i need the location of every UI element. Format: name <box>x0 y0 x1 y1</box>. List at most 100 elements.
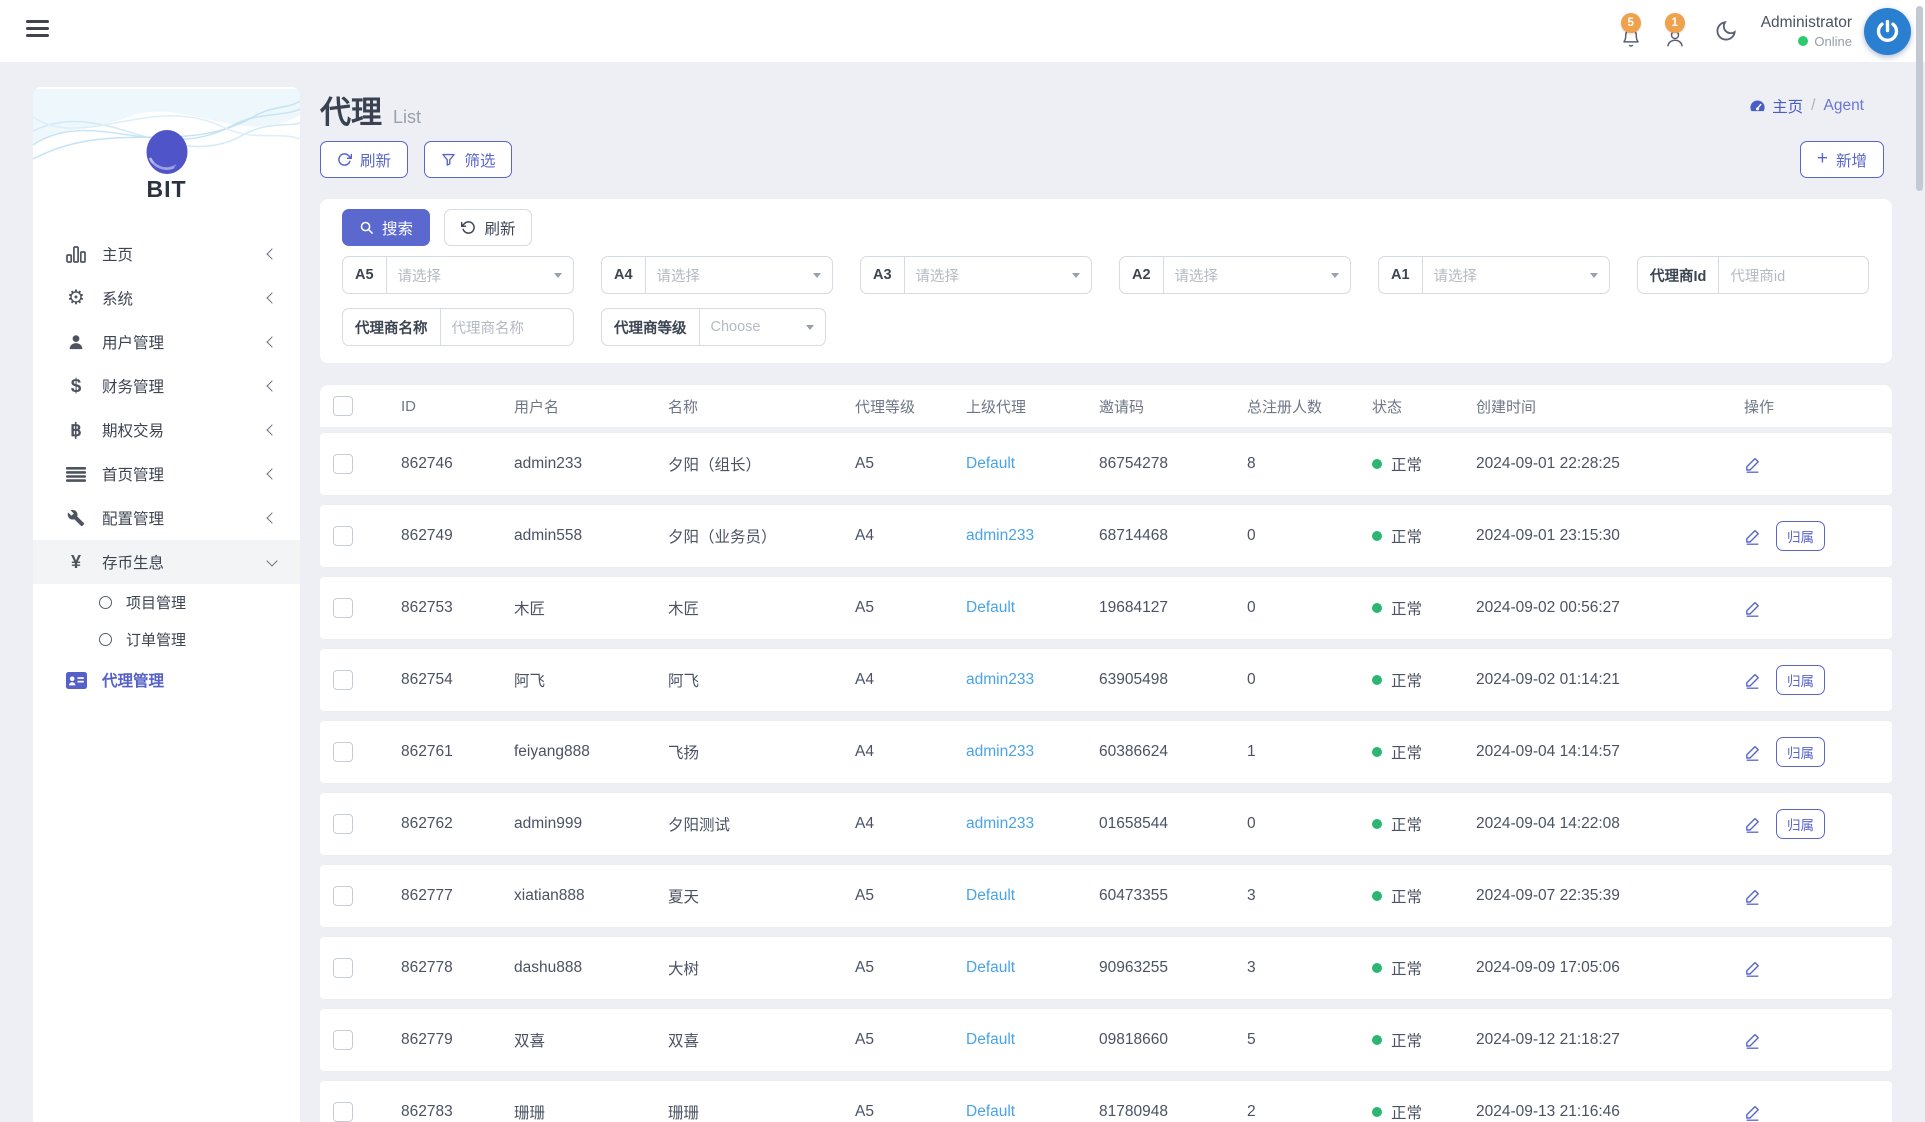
funnel-icon <box>441 152 456 167</box>
sidebar-subitem[interactable]: 项目管理 <box>33 584 300 621</box>
row-checkbox[interactable] <box>333 670 353 690</box>
cell-created-at: 2024-09-01 23:15:30 <box>1476 527 1744 545</box>
cell-total-registered: 1 <box>1247 743 1372 761</box>
edit-icon[interactable] <box>1744 816 1761 833</box>
parent-agent-link[interactable]: admin233 <box>966 815 1034 832</box>
table-row: 862779双喜双喜A5Default098186605正常2024-09-12… <box>320 1009 1892 1071</box>
cell-name: 夕阳（业务员） <box>668 525 855 547</box>
sidebar-item[interactable]: ¥存币生息 <box>33 540 300 584</box>
parent-agent-link[interactable]: admin233 <box>966 527 1034 544</box>
edit-icon[interactable] <box>1744 456 1761 473</box>
row-checkbox[interactable] <box>333 1102 353 1122</box>
cell-agent-level: A5 <box>855 599 966 617</box>
edit-icon[interactable] <box>1744 888 1761 905</box>
edit-icon[interactable] <box>1744 1104 1761 1121</box>
toolbar: 刷新 筛选 + 新增 <box>320 141 1892 179</box>
parent-agent-link[interactable]: Default <box>966 959 1015 976</box>
row-checkbox[interactable] <box>333 958 353 978</box>
agent-level-select[interactable]: Choose <box>700 309 826 345</box>
table-header-row: ID用户名名称代理等级上级代理邀请码总注册人数状态创建时间操作 <box>320 385 1892 427</box>
edit-icon[interactable] <box>1744 960 1761 977</box>
sidebar-item-agent-management[interactable]: 代理管理 <box>33 658 300 702</box>
moon-icon[interactable] <box>1713 18 1739 44</box>
parent-agent-link[interactable]: Default <box>966 599 1015 616</box>
sidebar-item[interactable]: 配置管理 <box>33 496 300 540</box>
add-button[interactable]: + 新增 <box>1800 141 1884 178</box>
sidebar-item[interactable]: ฿期权交易 <box>33 408 300 452</box>
cell-created-at: 2024-09-04 14:14:57 <box>1476 743 1744 761</box>
cell-id: 862783 <box>401 1103 514 1121</box>
agent-id-input[interactable]: 代理商id <box>1719 257 1868 293</box>
caret-down-icon <box>1072 273 1080 278</box>
breadcrumb-home-link[interactable]: 主页 <box>1749 95 1803 117</box>
cell-total-registered: 0 <box>1247 599 1372 617</box>
row-checkbox[interactable] <box>333 526 353 546</box>
table-row: 862753木匠木匠A5Default196841270正常2024-09-02… <box>320 577 1892 639</box>
select-all-checkbox[interactable] <box>333 396 353 416</box>
row-actions <box>1744 960 1892 977</box>
column-header: 创建时间 <box>1476 396 1744 417</box>
id-card-icon <box>63 672 89 689</box>
sidebar-item[interactable]: 主页 <box>33 232 300 276</box>
table-row: 862746admin233夕阳（组长）A5Default867542788正常… <box>320 433 1892 495</box>
filter-select[interactable]: 请选择 <box>1164 257 1350 293</box>
scrollbar-thumb[interactable] <box>1916 6 1923 191</box>
filter-label: 代理商名称 <box>343 309 441 345</box>
hamburger-menu-icon[interactable] <box>26 20 50 42</box>
parent-agent-link[interactable]: Default <box>966 887 1015 904</box>
parent-agent-link[interactable]: Default <box>966 1031 1015 1048</box>
status-dot-icon <box>1372 747 1382 757</box>
parent-agent-link[interactable]: Default <box>966 1103 1015 1120</box>
filter-label: A2 <box>1120 257 1164 293</box>
sidebar-item[interactable]: ⚙系统 <box>33 276 300 320</box>
row-checkbox[interactable] <box>333 598 353 618</box>
parent-agent-link[interactable]: Default <box>966 455 1015 472</box>
row-actions: 归属 <box>1744 665 1892 695</box>
filter-select[interactable]: 请选择 <box>387 257 573 293</box>
filter-select[interactable]: 请选择 <box>905 257 1091 293</box>
row-checkbox[interactable] <box>333 1030 353 1050</box>
search-button[interactable]: 搜索 <box>342 209 430 246</box>
edit-icon[interactable] <box>1744 528 1761 545</box>
filter-button[interactable]: 筛选 <box>424 141 512 178</box>
sidebar-item-label: 首页管理 <box>102 463 268 485</box>
row-checkbox[interactable] <box>333 814 353 834</box>
edit-icon[interactable] <box>1744 672 1761 689</box>
assign-button[interactable]: 归属 <box>1776 665 1825 695</box>
sidebar-subitem[interactable]: 订单管理 <box>33 621 300 658</box>
reset-refresh-button[interactable]: 刷新 <box>444 209 532 246</box>
avatar[interactable] <box>1864 8 1911 55</box>
row-actions: 归属 <box>1744 737 1892 767</box>
cell-total-registered: 2 <box>1247 1103 1372 1121</box>
edit-icon[interactable] <box>1744 1032 1761 1049</box>
refresh-button[interactable]: 刷新 <box>320 141 408 178</box>
cell-invite-code: 68714468 <box>1099 527 1247 545</box>
sidebar-item[interactable]: $财务管理 <box>33 364 300 408</box>
circle-icon <box>99 596 112 609</box>
row-checkbox[interactable] <box>333 886 353 906</box>
table-row: 862754阿飞阿飞A4admin233639054980正常2024-09-0… <box>320 649 1892 711</box>
sidebar-item[interactable]: 首页管理 <box>33 452 300 496</box>
user-notifications-button[interactable]: 1 <box>1661 13 1689 49</box>
sidebar-item-label: 主页 <box>102 243 268 265</box>
cell-agent-level: A4 <box>855 671 966 689</box>
agent-name-input[interactable]: 代理商名称 <box>441 309 574 345</box>
assign-button[interactable]: 归属 <box>1776 521 1825 551</box>
parent-agent-link[interactable]: admin233 <box>966 671 1034 688</box>
topbar-right-cluster: 5 1 Administrator Online <box>1617 0 1911 62</box>
row-checkbox[interactable] <box>333 454 353 474</box>
cell-name: 双喜 <box>668 1029 855 1051</box>
status-dot-icon <box>1372 1035 1382 1045</box>
notifications-bell-button[interactable]: 5 <box>1617 13 1645 49</box>
edit-icon[interactable] <box>1744 744 1761 761</box>
sidebar-item[interactable]: 用户管理 <box>33 320 300 364</box>
edit-icon[interactable] <box>1744 600 1761 617</box>
filter-label: A1 <box>1379 257 1423 293</box>
row-checkbox[interactable] <box>333 742 353 762</box>
filter-select[interactable]: 请选择 <box>1423 257 1609 293</box>
filter-select[interactable]: 请选择 <box>646 257 832 293</box>
cell-agent-level: A5 <box>855 887 966 905</box>
parent-agent-link[interactable]: admin233 <box>966 743 1034 760</box>
assign-button[interactable]: 归属 <box>1776 809 1825 839</box>
assign-button[interactable]: 归属 <box>1776 737 1825 767</box>
